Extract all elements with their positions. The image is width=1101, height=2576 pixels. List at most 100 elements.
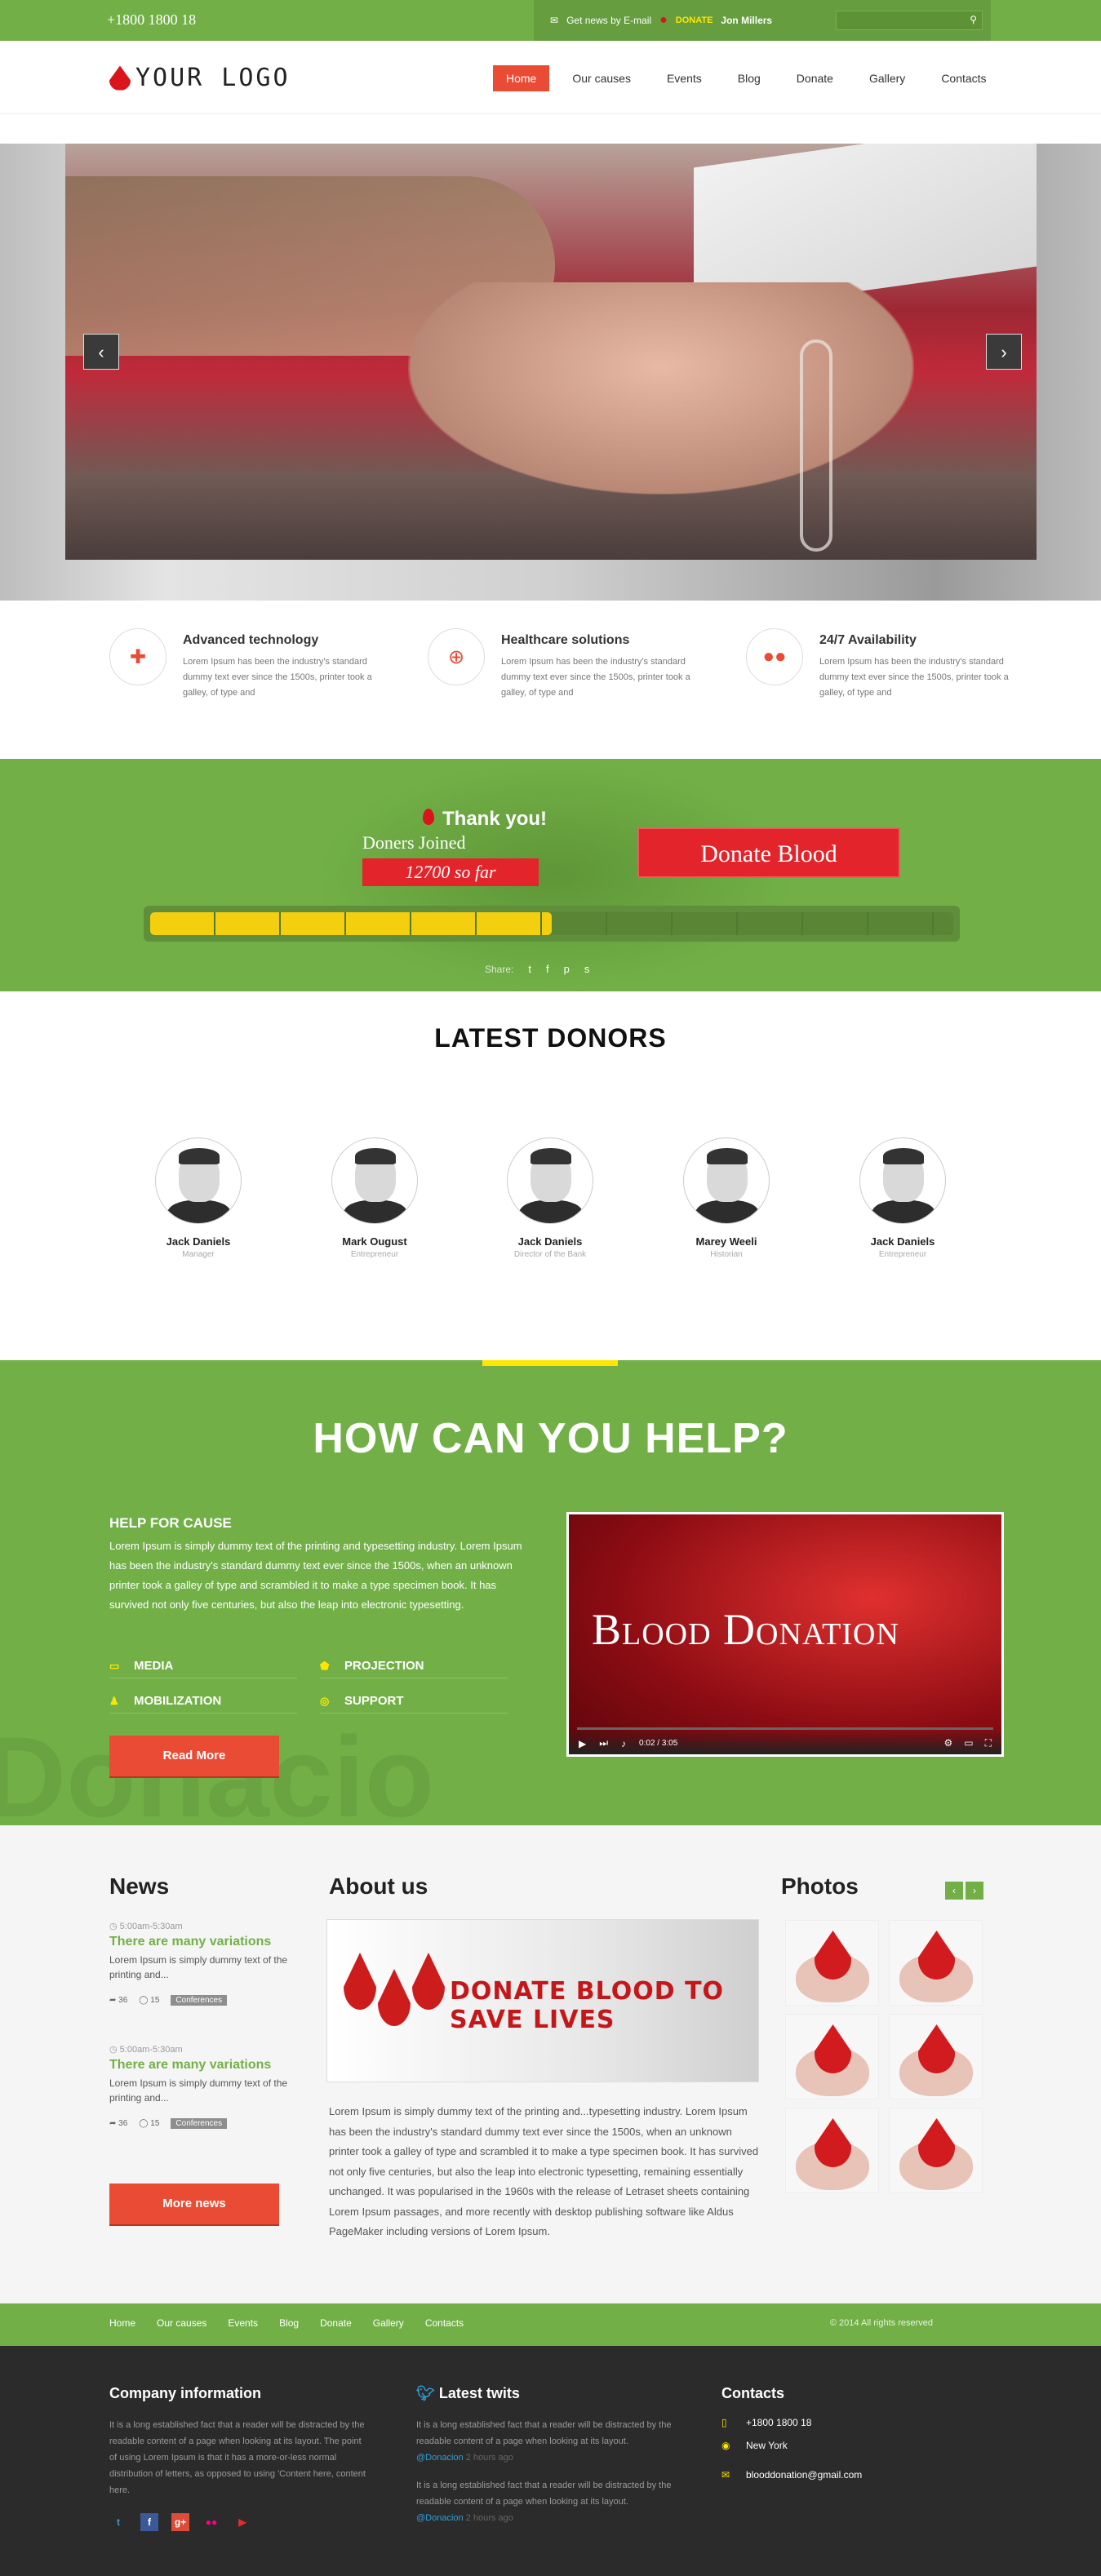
banner-title: DONATE BLOOD TO SAVE LIVES <box>450 1977 725 2034</box>
help-item-projection[interactable]: ⬟ PROJECTION <box>320 1654 508 1678</box>
help-item-mobilization[interactable]: ♟ MOBILIZATION <box>109 1689 297 1714</box>
photos-title: Photos <box>781 1873 859 1899</box>
donors-joined-label: Doners Joined <box>362 832 466 853</box>
play-icon[interactable]: ▶ <box>579 1738 586 1749</box>
help-section: Donacio HOW CAN YOU HELP? HELP FOR CAUSE… <box>0 1360 1101 1825</box>
footer-link-events[interactable]: Events <box>228 2317 258 2329</box>
people-icon: ♟ <box>109 1694 119 1707</box>
nav-home[interactable]: Home <box>493 65 550 91</box>
avatar <box>507 1137 593 1224</box>
comment-icon[interactable]: ◯ 15 <box>139 2119 159 2128</box>
donor-name: Jack Daniels <box>870 1235 935 1248</box>
nav-gallery[interactable]: Gallery <box>856 65 918 91</box>
latest-donors-title: LATEST DONORS <box>434 1023 667 1053</box>
donor-role: Historian <box>710 1250 743 1259</box>
youtube-icon[interactable]: ▶ <box>233 2513 251 2531</box>
help-item-media[interactable]: ▭ MEDIA <box>109 1654 297 1678</box>
nav-our-causes[interactable]: Our causes <box>559 65 644 91</box>
donor-name: Mark Ougust <box>342 1235 407 1248</box>
gallery-photo[interactable] <box>889 2108 983 2193</box>
footer-link-contacts[interactable]: Contacts <box>425 2317 464 2329</box>
logo-text: YOUR LOGO <box>135 64 291 92</box>
nav-blog[interactable]: Blog <box>725 65 774 91</box>
more-news-button[interactable]: More news <box>109 2184 279 2224</box>
copyright: © 2014 All rights reserved <box>829 2318 933 2328</box>
feature-title: Healthcare solutions <box>501 633 630 647</box>
phone-icon: ▯ <box>721 2417 727 2428</box>
twit-handle[interactable]: @Donacion <box>416 2453 464 2463</box>
gallery-photo[interactable] <box>785 1920 879 2006</box>
gallery-photo[interactable] <box>785 2108 879 2193</box>
footer-link-blog[interactable]: Blog <box>279 2317 299 2329</box>
donate-blood-button[interactable]: Donate Blood <box>637 827 900 878</box>
blood-drop-icon <box>344 1953 376 2010</box>
top-donate-link[interactable]: DONATE <box>676 16 713 25</box>
skype-icon[interactable]: s <box>584 963 590 975</box>
nav-donate[interactable]: Donate <box>784 65 846 91</box>
pinterest-icon[interactable]: p <box>564 963 570 975</box>
search-icon[interactable]: ⚲ <box>970 14 977 25</box>
news-item[interactable]: ◷ 5:00am-5:30am There are many variation… <box>109 2044 313 2129</box>
search-input[interactable]: ⚲ <box>836 11 983 30</box>
slider-prev-button[interactable]: ‹ <box>83 334 119 370</box>
donor-card[interactable]: Jack Daniels Entrepreneur <box>829 1137 976 1259</box>
gallery-photo[interactable] <box>785 2014 879 2099</box>
footer-link-gallery[interactable]: Gallery <box>373 2317 404 2329</box>
help-subtitle: HELP FOR CAUSE <box>109 1515 232 1531</box>
share-icon[interactable]: ➦ 36 <box>109 1996 127 2005</box>
help-item-support[interactable]: ◎ SUPPORT <box>320 1689 508 1714</box>
googleplus-icon[interactable]: g+ <box>171 2513 189 2531</box>
news-title: News <box>109 1873 170 1899</box>
nav-events[interactable]: Events <box>654 65 715 91</box>
section-accent <box>482 1360 618 1366</box>
facebook-icon[interactable]: f <box>140 2513 158 2531</box>
volume-icon[interactable]: ♪ <box>621 1738 626 1749</box>
nav-contacts[interactable]: Contacts <box>928 65 999 91</box>
avatar <box>331 1137 418 1224</box>
user-name[interactable]: Jon Millers <box>721 15 772 26</box>
footer-link-donate[interactable]: Donate <box>320 2317 352 2329</box>
flickr-icon[interactable]: ●● <box>202 2513 220 2531</box>
twitter-icon[interactable]: t <box>528 963 531 975</box>
news-item[interactable]: ◷ 5:00am-5:30am There are many variation… <box>109 1921 313 2006</box>
donor-card[interactable]: Jack Daniels Director of the Bank <box>477 1137 624 1259</box>
contact-phone: +1800 1800 18 <box>746 2417 812 2428</box>
logo[interactable]: YOUR LOGO <box>109 64 291 92</box>
footer-link-home[interactable]: Home <box>109 2317 135 2329</box>
settings-icon[interactable]: ⚙ <box>943 1737 952 1749</box>
chevron-left-icon[interactable]: ‹ <box>945 1882 963 1900</box>
globe-icon: ⊕ <box>428 628 485 685</box>
donor-role: Entrepreneur <box>878 1250 927 1259</box>
donor-card[interactable]: Jack Daniels Manager <box>125 1137 272 1259</box>
twits-title: 🐦︎ Latest twits <box>416 2385 520 2401</box>
twit-handle[interactable]: @Donacion <box>416 2513 464 2523</box>
donation-progress-bar <box>144 906 960 942</box>
blood-drop-icon <box>412 1953 445 2010</box>
contacts: Contacts ▯ +1800 1800 18 ◉ New York ✉ blood… <box>721 2385 966 2492</box>
news-tag[interactable]: Conferences <box>171 2118 228 2129</box>
slider-next-button[interactable]: › <box>986 334 1022 370</box>
facebook-icon[interactable]: f <box>546 963 549 975</box>
gallery-photo[interactable] <box>889 2014 983 2099</box>
footer-link-our-causes[interactable]: Our causes <box>157 2317 206 2329</box>
chevron-right-icon[interactable]: › <box>966 1882 983 1900</box>
news-item-title[interactable]: There are many variations <box>109 1935 313 1949</box>
theater-icon[interactable]: ▭ <box>964 1737 973 1749</box>
twitter-icon[interactable]: t <box>109 2513 127 2531</box>
video-time: 0:02 / 3:05 <box>639 1739 678 1748</box>
read-more-button[interactable]: Read More <box>109 1736 279 1776</box>
share-icon[interactable]: ➦ 36 <box>109 2119 127 2128</box>
help-text: Lorem Ipsum is simply dummy text of the … <box>109 1540 522 1611</box>
fullscreen-icon[interactable]: ⛶ <box>985 1737 992 1749</box>
contact-email[interactable]: blooddonation@gmail.com <box>746 2469 862 2481</box>
donor-name: Jack Daniels <box>517 1235 583 1248</box>
news-tag[interactable]: Conferences <box>171 1995 228 2006</box>
video-player[interactable]: Blood Donation ▶ ⏭ ♪ 0:02 / 3:05 ⚙ ▭ ⛶ <box>566 1512 1004 1757</box>
gallery-photo[interactable] <box>889 1920 983 2006</box>
news-item-title[interactable]: There are many variations <box>109 2058 313 2073</box>
donor-card[interactable]: Marey Weeli Historian <box>653 1137 800 1259</box>
comment-icon[interactable]: ◯ 15 <box>139 1996 159 2005</box>
donor-card[interactable]: Mark Ougust Entrepreneur <box>301 1137 448 1259</box>
news-link[interactable]: Get news by E-mail <box>566 15 651 26</box>
next-icon[interactable]: ⏭ <box>599 1737 608 1749</box>
